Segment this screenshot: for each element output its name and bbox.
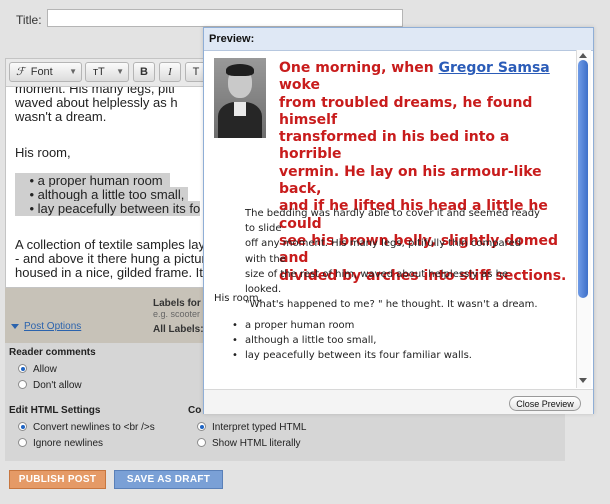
preview-header: [204, 28, 593, 51]
font-label: Font: [30, 66, 53, 78]
preview-list: a proper human room although a little to…: [230, 318, 472, 363]
gregor-samsa-link[interactable]: Gregor Samsa: [439, 60, 550, 76]
editor-line: wasn't a dream.: [15, 109, 107, 124]
disallow-comments-radio[interactable]: [18, 380, 27, 389]
reader-comments-heading: Reader comments: [9, 347, 96, 358]
edit-html-heading: Edit HTML Settings: [9, 405, 101, 416]
quote-line: off any moment. His many legs, pitifully…: [245, 238, 522, 265]
font-size-dropdown[interactable]: тT ▼: [85, 62, 129, 82]
author-photo: [214, 58, 266, 138]
scroll-up-arrow-icon[interactable]: [579, 53, 587, 58]
labels-example-text: e.g. scooter: [153, 309, 201, 319]
bold-button[interactable]: B: [133, 62, 155, 82]
editor-room-heading: His room,: [15, 145, 71, 160]
close-preview-button[interactable]: Close Preview: [509, 396, 581, 411]
preview-title: Preview:: [209, 33, 255, 45]
triangle-down-icon[interactable]: [11, 324, 19, 329]
font-dropdown[interactable]: ℱ Font ▼: [9, 62, 82, 82]
disallow-comments-label[interactable]: Don't allow: [33, 380, 82, 391]
scrollbar-thumb[interactable]: [578, 60, 588, 298]
allow-comments-label[interactable]: Allow: [33, 364, 57, 375]
editor-list-item: • a proper human room: [15, 173, 229, 188]
quote-line: size of the rest of him, waved about hel…: [245, 268, 509, 296]
list-item: lay peacefully between its four familiar…: [230, 348, 472, 363]
list-item: a proper human room: [230, 318, 472, 333]
quote-line: The bedding was hardly able to cover it …: [245, 208, 540, 235]
editor-line: waved about helplessly as h: [15, 95, 178, 110]
italic-button[interactable]: I: [159, 62, 181, 82]
labels-for-text: Labels for t: [153, 298, 207, 309]
show-html-literally-label[interactable]: Show HTML literally: [212, 438, 301, 449]
editor-line: A collection of textile samples lay: [15, 237, 206, 252]
chevron-down-icon: ▼: [69, 67, 77, 76]
editor-toolbar: ℱ Font ▼ тT ▼ B I T: [6, 59, 226, 87]
show-html-literally-radio[interactable]: [197, 438, 206, 447]
all-labels-link[interactable]: All Labels:: [153, 324, 204, 335]
title-label: Title:: [16, 13, 42, 27]
scroll-down-arrow-icon[interactable]: [579, 378, 587, 383]
allow-comments-radio[interactable]: [18, 364, 27, 373]
editor-content[interactable]: moment. His many legs, piti waved about …: [15, 82, 229, 280]
save-as-draft-button[interactable]: SAVE AS DRAFT: [114, 470, 223, 489]
preview-room-heading: His room,: [214, 293, 262, 304]
ignore-newlines-label[interactable]: Ignore newlines: [33, 438, 103, 449]
preview-blockquote: The bedding was hardly able to cover it …: [245, 206, 545, 312]
editor-list-item: • although a little too small,: [15, 187, 229, 202]
interpret-html-radio[interactable]: [197, 422, 206, 431]
post-options-link[interactable]: Post Options: [24, 321, 81, 332]
font-icon: ℱ: [16, 66, 25, 78]
publish-post-button[interactable]: PUBLISH POST: [9, 470, 106, 489]
interpret-html-label[interactable]: Interpret typed HTML: [212, 422, 306, 433]
editor-list-item: • lay peacefully between its fo: [15, 201, 201, 216]
title-input[interactable]: [47, 9, 403, 27]
list-item: although a little too small,: [230, 333, 472, 348]
text-color-icon: T: [192, 66, 200, 78]
convert-newlines-label[interactable]: Convert newlines to <br />s: [33, 422, 155, 433]
convert-newlines-radio[interactable]: [18, 422, 27, 431]
editor-line: housed in a nice, gilded frame. It: [15, 265, 203, 280]
compose-heading: Co: [188, 405, 202, 416]
chevron-down-icon: ▼: [116, 67, 124, 76]
quote-line: "What's happened to me? " he thought. It…: [245, 299, 538, 311]
editor-line: - and above it there hung a pictur: [15, 251, 206, 266]
ignore-newlines-radio[interactable]: [18, 438, 27, 447]
font-size-icon: тT: [93, 66, 105, 78]
